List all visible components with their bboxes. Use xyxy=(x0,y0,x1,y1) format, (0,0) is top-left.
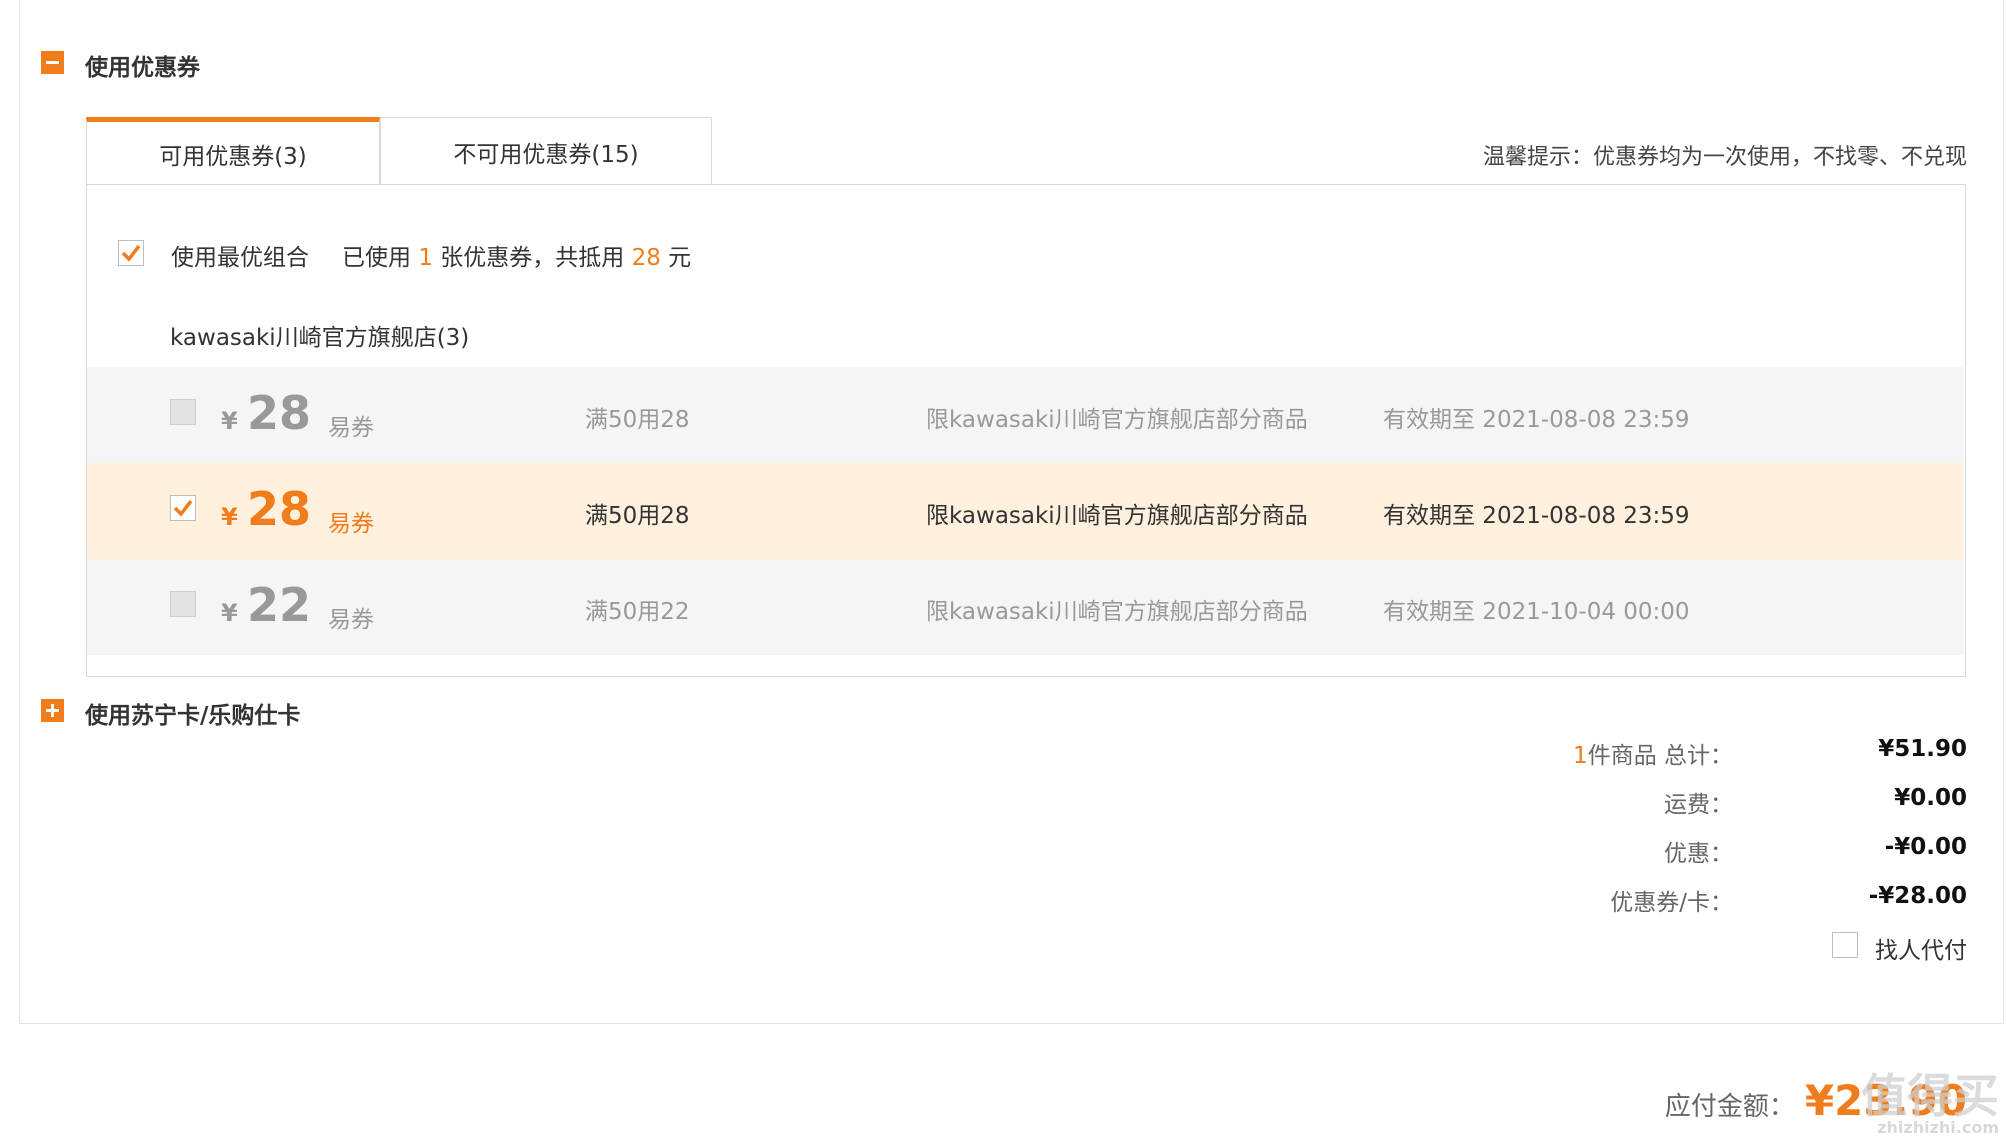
best-combo-checkbox[interactable] xyxy=(118,240,144,266)
coupon-amount: 22 xyxy=(247,578,312,632)
tab-unavailable-coupons[interactable]: 不可用优惠券(15) xyxy=(380,117,712,185)
discount-amount: 28 xyxy=(631,245,661,271)
currency-symbol: ¥ xyxy=(221,407,238,435)
coupon-section-title: 使用优惠券 xyxy=(85,55,200,81)
coupon-card-label: 优惠券/卡： xyxy=(1610,890,1733,916)
shipping-label: 运费： xyxy=(1664,792,1733,818)
coupon-condition: 满50用28 xyxy=(585,503,690,529)
tab-available-coupons[interactable]: 可用优惠券(3) xyxy=(86,117,380,185)
coupon-type: 易券 xyxy=(328,607,374,633)
items-total-label: 1件商品 总计： xyxy=(1573,736,1733,770)
discount-value: -¥0.00 xyxy=(1884,834,1967,860)
coupon-row[interactable]: ¥ 28 易券 满50用28 限kawasaki川崎官方旗舰店部分商品 有效期至… xyxy=(87,463,1964,559)
watermark-site: zhizhizhi.com xyxy=(1877,1118,1999,1137)
coupon-condition: 满50用28 xyxy=(585,407,690,433)
coupon-amount: 28 xyxy=(247,386,312,440)
currency-symbol: ¥ xyxy=(221,503,238,531)
discount-label: 优惠： xyxy=(1664,841,1733,867)
coupon-scope: 限kawasaki川崎官方旗舰店部分商品 xyxy=(926,599,1308,625)
coupon-scope: 限kawasaki川崎官方旗舰店部分商品 xyxy=(926,503,1308,529)
coupon-validity: 有效期至 2021-08-08 23:59 xyxy=(1383,407,1690,433)
summary-prefix: 已使用 xyxy=(342,245,411,271)
summary-middle: 张优惠券，共抵用 xyxy=(440,245,625,271)
store-name: kawasaki川崎官方旗舰店(3) xyxy=(170,325,470,351)
coupon-checkbox[interactable] xyxy=(170,495,196,521)
coupon-tip: 温馨提示：优惠券均为一次使用，不找零、不兑现 xyxy=(1482,145,1967,170)
checkmark-icon xyxy=(121,244,141,262)
best-combo-summary: 已使用 1 张优惠券，共抵用 28 元 xyxy=(342,238,691,272)
summary-suffix: 元 xyxy=(668,245,692,271)
coupon-card-value: -¥28.00 xyxy=(1868,883,1967,909)
pay-for-me-checkbox[interactable] xyxy=(1832,932,1858,958)
coupon-type: 易券 xyxy=(328,415,374,441)
best-combo-label: 使用最优组合 xyxy=(171,245,309,271)
used-count: 1 xyxy=(418,245,433,271)
watermark-logo: 值得买 xyxy=(1861,1069,1999,1123)
card-section-title: 使用苏宁卡/乐购仕卡 xyxy=(85,703,301,729)
coupon-checkbox[interactable] xyxy=(170,591,196,617)
coupon-row[interactable]: ¥ 22 易券 满50用22 限kawasaki川崎官方旗舰店部分商品 有效期至… xyxy=(87,559,1964,655)
items-label-text: 件商品 总计： xyxy=(1587,743,1733,769)
coupon-checkbox[interactable] xyxy=(170,399,196,425)
coupon-validity: 有效期至 2021-08-08 23:59 xyxy=(1383,503,1690,529)
item-count: 1 xyxy=(1573,743,1588,769)
coupon-validity: 有效期至 2021-10-04 00:00 xyxy=(1383,599,1690,625)
coupon-condition: 满50用22 xyxy=(585,599,690,625)
shipping-value: ¥0.00 xyxy=(1894,785,1967,811)
expand-card-icon[interactable] xyxy=(41,699,64,722)
checkmark-icon xyxy=(173,499,193,517)
collapse-coupon-icon[interactable] xyxy=(41,51,64,74)
items-total-value: ¥51.90 xyxy=(1878,736,1967,762)
coupon-row[interactable]: ¥ 28 易券 满50用28 限kawasaki川崎官方旗舰店部分商品 有效期至… xyxy=(87,367,1964,463)
pay-for-me-label: 找人代付 xyxy=(1875,938,1967,964)
coupon-type: 易券 xyxy=(328,511,374,537)
payable-label: 应付金额： xyxy=(1664,1092,1795,1122)
currency-symbol: ¥ xyxy=(221,599,238,627)
coupon-scope: 限kawasaki川崎官方旗舰店部分商品 xyxy=(926,407,1308,433)
coupon-amount: 28 xyxy=(247,482,312,536)
